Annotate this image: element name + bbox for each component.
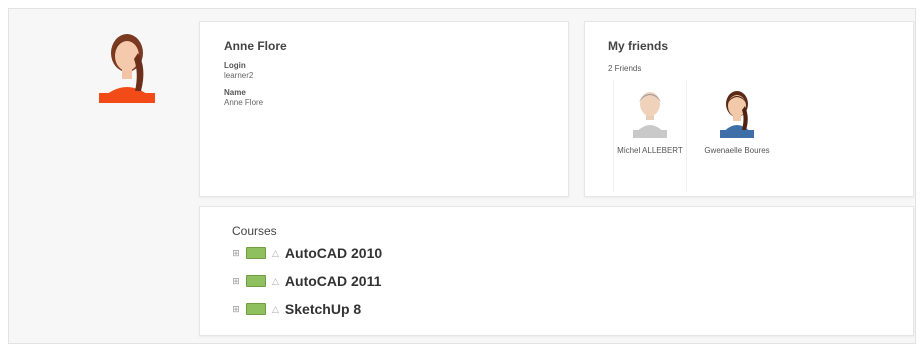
expand-icon[interactable]: ⊞: [232, 304, 240, 315]
login-value: learner2: [224, 71, 254, 80]
course-book-icon: [246, 303, 266, 315]
course-book-icon: [246, 247, 266, 259]
profile-panel: Anne Flore Login learner2 Name Anne Flor…: [199, 21, 569, 197]
expand-icon[interactable]: ⊞: [232, 276, 240, 287]
login-field: Login learner2: [224, 61, 253, 80]
friends-count: 2 Friends: [608, 64, 642, 73]
friend-card[interactable]: Michel ALLEBERT: [613, 80, 687, 192]
course-item[interactable]: ⊞ △ AutoCAD 2010: [232, 245, 382, 261]
warning-triangle-icon: △: [272, 247, 279, 258]
profile-sidebar: [29, 23, 189, 203]
warning-triangle-icon: △: [272, 275, 279, 286]
name-value: Anne Flore: [224, 98, 264, 107]
friend-avatar: [720, 91, 754, 138]
courses-title: Courses: [232, 224, 277, 238]
course-item[interactable]: ⊞ △ SketchUp 8: [232, 301, 361, 317]
friend-name[interactable]: Michel ALLEBERT: [614, 146, 686, 156]
expand-icon[interactable]: ⊞: [232, 248, 240, 259]
profile-name: Anne Flore: [224, 39, 287, 53]
name-field: Name Anne Flore: [224, 88, 263, 107]
profile-page-frame: Anne Flore Login learner2 Name Anne Flor…: [8, 8, 916, 344]
warning-triangle-icon: △: [272, 303, 279, 314]
login-label: Login: [224, 61, 246, 70]
course-title[interactable]: SketchUp 8: [285, 301, 361, 317]
friend-name[interactable]: Gwenaelle Boures: [701, 146, 773, 156]
name-label: Name: [224, 88, 246, 97]
course-title[interactable]: AutoCAD 2010: [285, 245, 382, 261]
friends-panel: My friends 2 Friends Michel ALLEBERT Gwe…: [584, 21, 914, 197]
course-title[interactable]: AutoCAD 2011: [285, 273, 381, 289]
friend-avatar: [633, 92, 667, 138]
friends-title: My friends: [608, 39, 669, 53]
courses-panel: Courses ⊞ △ AutoCAD 2010 ⊞ △ AutoCAD 201…: [199, 206, 914, 336]
user-avatar: [99, 34, 155, 103]
course-item[interactable]: ⊞ △ AutoCAD 2011: [232, 273, 381, 289]
course-book-icon: [246, 275, 266, 287]
friend-card[interactable]: Gwenaelle Boures: [701, 80, 773, 192]
